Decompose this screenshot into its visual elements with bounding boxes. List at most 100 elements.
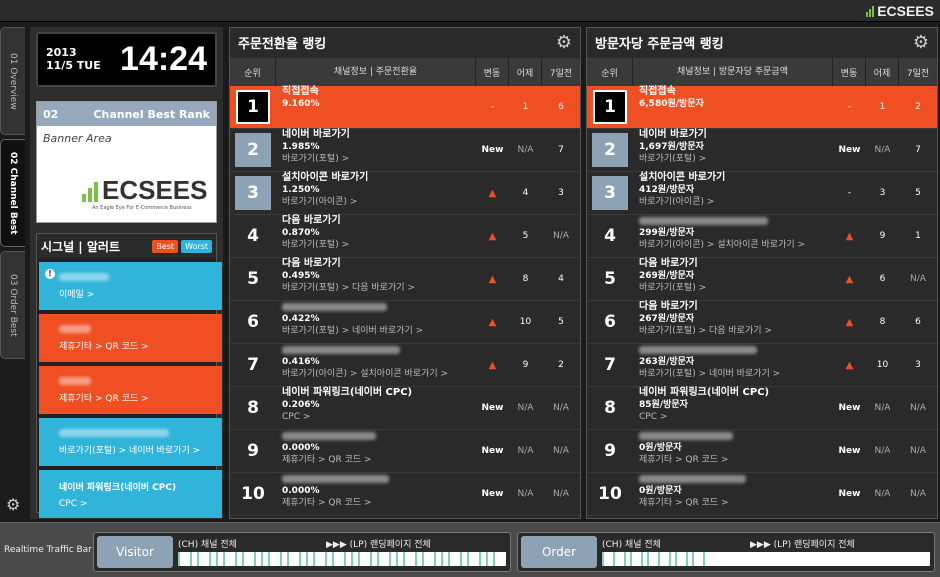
rank-cell: 2 <box>587 129 633 171</box>
worst-filter-button[interactable]: Worst <box>181 239 212 253</box>
channel-best-num: 02 <box>43 107 59 121</box>
rank-badge: 5 <box>247 269 259 289</box>
side-tabs: 01 Overview 02 Channel Best 03 Order Bes… <box>0 27 26 363</box>
yesterday-cell: 6 <box>879 274 886 284</box>
channel-name: 직접접속 <box>282 86 319 97</box>
traffic-tick <box>486 552 488 566</box>
table-row[interactable]: 10 0원/방문자 제휴기타 > QR 코드 > New N/A N/A <box>587 473 937 516</box>
traffic-tick <box>197 552 199 566</box>
channel-name: 네이버 바로가기 <box>639 129 707 140</box>
rank-badge: 1 <box>593 90 627 124</box>
table-row[interactable]: 5 다음 바로가기 0.495% 바로가기(포털) > 다음 바로가기 > ▲ 8 4 <box>230 258 580 301</box>
banner-area-label: Banner Area <box>43 132 112 145</box>
channel-path: 바로가기(포털) > 네이버 바로가기 > <box>639 369 781 379</box>
tab-channel-best[interactable]: 02 Channel Best <box>0 139 25 247</box>
seven-days-cell: N/A <box>553 231 569 241</box>
blurred-alert-title <box>59 428 169 437</box>
table-row[interactable]: 4 다음 바로가기 0.870% 바로가기(포털) > ▲ 5 N/A <box>230 215 580 258</box>
table-row[interactable]: 7 0.416% 바로가기(아이콘) > 설치아이콘 바로가기 > ▲ 9 2 <box>230 344 580 387</box>
yesterday-cell: N/A <box>517 403 534 413</box>
channel-name: 네이버 파워링크(네이버 CPC) <box>282 387 413 398</box>
rank-cell: 4 <box>230 215 276 257</box>
signal-alert-panel: 시그널 | 알러트 Best Worst ! 이메일 > 제휴기타 > QR 코… <box>36 233 222 518</box>
table-row[interactable]: 8 네이버 파워링크(네이버 CPC) 0.206% CPC > New N/A N/A <box>230 387 580 430</box>
seven-days-cell: N/A <box>910 489 926 499</box>
table-row[interactable]: 9 0.000% 제휴기타 > QR 코드 > New N/A N/A <box>230 430 580 473</box>
traffic-tick <box>422 552 424 566</box>
rank-cell: 5 <box>587 258 633 300</box>
alert-item[interactable]: 제휴기타 > QR 코드 > <box>39 366 222 414</box>
channel-info-cell: 네이버 파워링크(네이버 CPC) 0.206% CPC > <box>276 387 476 429</box>
alert-item[interactable]: 제휴기타 > QR 코드 > <box>39 314 222 362</box>
table-row[interactable]: 5 다음 바로가기 269원/방문자 바로가기(포털) > ▲ 6 N/A <box>587 258 937 301</box>
rank-badge: 2 <box>592 133 628 167</box>
seven-days-cell: N/A <box>910 446 926 456</box>
seven-days-cell: N/A <box>553 403 569 413</box>
table-row[interactable]: 6 0.422% 바로가기(포털) > 네이버 바로가기 > ▲ 10 5 <box>230 301 580 344</box>
change-cell: ▲ <box>488 230 497 242</box>
panel-title-bar: 방문자당 주문금액 랭킹 ⚙ <box>587 28 937 56</box>
rank-badge: 6 <box>604 312 616 332</box>
rank-badge: 6 <box>247 312 259 332</box>
table-row[interactable]: 1 직접접속 9.160% - 1 6 <box>230 86 580 129</box>
yesterday-cell: N/A <box>517 446 534 456</box>
change-cell: New <box>838 145 861 155</box>
alert-item[interactable]: 네이버 파워링크(네이버 CPC) CPC > <box>39 470 222 518</box>
channel-name: 다음 바로가기 <box>282 258 341 269</box>
change-cell: New <box>838 446 861 456</box>
alert-item[interactable]: 바로가기(포털) > 네이버 바로가기 > <box>39 418 222 466</box>
table-row[interactable]: 7 263원/방문자 바로가기(포털) > 네이버 바로가기 > ▲ 10 3 <box>587 344 937 387</box>
traffic-tick <box>669 552 671 566</box>
traffic-bar-label: Realtime Traffic Bar <box>4 545 92 555</box>
blurred-alert-title <box>59 272 109 281</box>
change-cell: - <box>847 188 852 198</box>
change-cell: New <box>481 446 504 456</box>
table-row[interactable]: 4 299원/방문자 바로가기(아이콘) > 설치아이콘 바로가기 > ▲ 9 1 <box>587 215 937 258</box>
table-row[interactable]: 3 설치아이콘 바로가기 1.250% 바로가기(아이콘) > ▲ 4 3 <box>230 172 580 215</box>
table-row[interactable]: 6 다음 바로가기 267원/방문자 바로가기(포털) > 다음 바로가기 > ▲ 8 6 <box>587 301 937 344</box>
table-row[interactable]: 2 네이버 바로가기 1.985% 바로가기(포털) > New N/A 7 <box>230 129 580 172</box>
order-button[interactable]: Order <box>521 536 597 568</box>
panel-title-bar: 주문전환율 랭킹 ⚙ <box>230 28 580 56</box>
seven-days-cell: N/A <box>553 446 569 456</box>
alert-sub: CPC > <box>59 498 88 509</box>
logo-bars-icon <box>866 5 875 17</box>
change-cell: ▲ <box>845 230 854 242</box>
panel-settings-gear-icon[interactable]: ⚙ <box>556 32 572 53</box>
channel-path: 제휴기타 > QR 코드 > <box>639 455 729 465</box>
yesterday-cell: 8 <box>879 317 886 327</box>
tab-order-best[interactable]: 03 Order Best <box>0 251 25 359</box>
table-row[interactable]: 2 네이버 바로가기 1,697원/방문자 바로가기(포털) > New N/A 7 <box>587 129 937 172</box>
table-row[interactable]: 3 설치아이콘 바로가기 412원/방문자 바로가기(아이콘) > - 3 5 <box>587 172 937 215</box>
table-row[interactable]: 9 0원/방문자 제휴기타 > QR 코드 > New N/A N/A <box>587 430 937 473</box>
table-row[interactable]: 1 직접접속 6,580원/방문자 - 1 2 <box>587 86 937 129</box>
panel-settings-gear-icon[interactable]: ⚙ <box>913 32 929 53</box>
metric-value: 263원/방문자 <box>639 357 695 367</box>
channel-name: 설치아이콘 바로가기 <box>282 172 369 183</box>
table-row[interactable]: 8 네이버 파워링크(네이버 CPC) 85원/방문자 CPC > New N/A N/A <box>587 387 937 430</box>
visitor-button[interactable]: Visitor <box>97 536 173 568</box>
rank-badge: 3 <box>592 176 628 210</box>
traffic-tick <box>242 552 244 566</box>
yesterday-cell: 10 <box>519 317 532 327</box>
settings-gear-icon[interactable]: ⚙ <box>6 495 20 514</box>
seven-days-cell: 4 <box>558 274 564 284</box>
col-yesterday: 어제 <box>866 58 899 86</box>
channel-path: 바로가기(포털) > 네이버 바로가기 > <box>282 326 424 336</box>
traffic-tick <box>235 552 237 566</box>
col-change: 변동 <box>476 58 509 86</box>
metric-value: 1.985% <box>282 142 320 152</box>
table-row[interactable]: 10 0.000% 제휴기타 > QR 코드 > New N/A N/A <box>230 473 580 516</box>
alert-title: 네이버 파워링크(네이버 CPC) <box>59 482 177 493</box>
yesterday-cell: N/A <box>874 446 891 456</box>
tab-overview[interactable]: 01 Overview <box>0 27 25 135</box>
best-filter-button[interactable]: Best <box>152 239 179 253</box>
traffic-tick <box>223 552 225 566</box>
rank-badge: 5 <box>604 269 616 289</box>
revenue-per-visitor-ranking-panel: 방문자당 주문금액 랭킹 ⚙ 순위 채널정보 | 방문자당 주문금액 변동 어제… <box>586 27 938 519</box>
alert-item[interactable]: ! 이메일 > <box>39 262 222 310</box>
channel-path: 바로가기(포털) > <box>282 240 350 250</box>
traffic-tick <box>624 552 626 566</box>
seven-days-cell: 6 <box>915 317 921 327</box>
traffic-tick <box>403 552 405 566</box>
